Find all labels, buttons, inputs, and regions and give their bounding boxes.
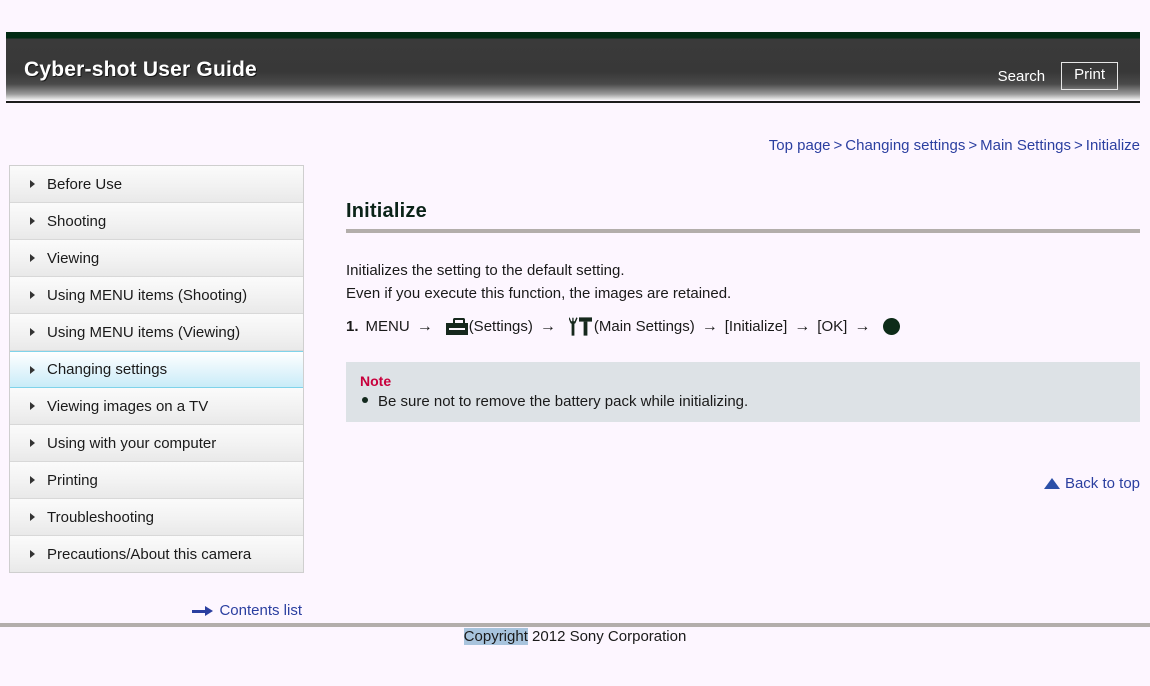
triangle-right-icon	[30, 217, 35, 225]
arrow-right-glyph: →	[540, 318, 556, 336]
arrow-right-icon	[192, 606, 214, 616]
procedure-step: 1. MENU → (Settings) → (Main Settings) →…	[346, 317, 1140, 336]
page-title-brand: Cyber-shot User Guide	[24, 58, 257, 82]
triangle-right-icon	[30, 402, 35, 410]
back-to-top: Back to top	[1044, 475, 1140, 492]
toolbox-icon	[446, 318, 468, 335]
header-inner: Cyber-shot User Guide Search Print	[6, 32, 1140, 100]
arrow-right-glyph: →	[794, 318, 810, 336]
filled-circle-icon	[883, 318, 900, 335]
step-settings-label: (Settings)	[469, 318, 533, 335]
triangle-right-icon	[30, 291, 35, 299]
step-ok-label: [OK]	[817, 318, 847, 335]
contents-list-label: Contents list	[219, 602, 302, 619]
footer-divider	[0, 623, 1150, 627]
site-header: Cyber-shot User Guide Search Print	[6, 32, 1140, 100]
header-divider	[6, 101, 1140, 103]
step-number: 1.	[346, 318, 359, 335]
step-menu-label: MENU	[366, 318, 410, 335]
sidebar-item-label: Viewing	[47, 250, 99, 267]
header-tools: Search Print	[998, 62, 1118, 90]
sidebar-item-printing[interactable]: Printing	[10, 462, 303, 499]
arrow-right-glyph: →	[702, 318, 718, 336]
bullet-icon	[362, 397, 368, 403]
title-divider	[346, 229, 1140, 233]
breadcrumb-separator: >	[1071, 137, 1086, 154]
sidebar-item-precautions-about-this-camera[interactable]: Precautions/About this camera	[10, 536, 303, 573]
breadcrumb-separator: >	[965, 137, 980, 154]
breadcrumb: Top page>Changing settings>Main Settings…	[769, 137, 1140, 154]
triangle-right-icon	[30, 439, 35, 447]
tools-icon	[569, 317, 592, 336]
back-to-top-label: Back to top	[1065, 475, 1140, 492]
contents-list-link[interactable]: Contents list	[192, 602, 302, 619]
copyright-selected-word: Copyright	[464, 628, 528, 645]
sidebar-item-viewing-images-on-a-tv[interactable]: Viewing images on a TV	[10, 388, 303, 425]
sidebar-item-label: Viewing images on a TV	[47, 398, 208, 415]
sidebar-item-viewing[interactable]: Viewing	[10, 240, 303, 277]
footer-copyright: Copyright 2012 Sony Corporation	[0, 628, 1150, 645]
triangle-right-icon	[30, 550, 35, 558]
sidebar-item-troubleshooting[interactable]: Troubleshooting	[10, 499, 303, 536]
breadcrumb-item-1[interactable]: Changing settings	[845, 137, 965, 154]
sidebar-item-using-menu-items-viewing[interactable]: Using MENU items (Viewing)	[10, 314, 303, 351]
sidebar-item-label: Using MENU items (Shooting)	[47, 287, 247, 304]
note-box: Note Be sure not to remove the battery p…	[346, 362, 1140, 422]
triangle-right-icon	[30, 328, 35, 336]
step-initialize-label: [Initialize]	[725, 318, 788, 335]
sidebar-item-using-with-your-computer[interactable]: Using with your computer	[10, 425, 303, 462]
contents-list: Contents list	[9, 602, 304, 619]
arrow-right-glyph: →	[854, 318, 870, 336]
intro-line-1: Initializes the setting to the default s…	[346, 259, 1140, 282]
triangle-right-icon	[30, 180, 35, 188]
triangle-right-icon	[30, 366, 35, 374]
sidebar-item-changing-settings[interactable]: Changing settings	[10, 351, 303, 388]
triangle-right-icon	[30, 513, 35, 521]
step-main-settings-label: (Main Settings)	[594, 318, 695, 335]
note-title: Note	[360, 373, 1126, 389]
sidebar-item-label: Troubleshooting	[47, 509, 154, 526]
note-list-item: Be sure not to remove the battery pack w…	[360, 393, 1126, 410]
copyright-rest: 2012 Sony Corporation	[528, 628, 686, 645]
sidebar-item-using-menu-items-shooting[interactable]: Using MENU items (Shooting)	[10, 277, 303, 314]
sidebar-item-before-use[interactable]: Before Use	[10, 166, 303, 203]
sidebar: Before Use Shooting Viewing Using MENU i…	[9, 165, 304, 573]
sidebar-item-label: Precautions/About this camera	[47, 546, 251, 563]
sidebar-item-label: Shooting	[47, 213, 106, 230]
print-button[interactable]: Print	[1061, 62, 1118, 90]
sidebar-item-shooting[interactable]: Shooting	[10, 203, 303, 240]
triangle-right-icon	[30, 476, 35, 484]
back-to-top-link[interactable]: Back to top	[1044, 475, 1140, 492]
arrow-right-glyph: →	[417, 318, 433, 336]
triangle-up-icon	[1044, 478, 1060, 489]
note-item-text: Be sure not to remove the battery pack w…	[378, 393, 748, 410]
triangle-right-icon	[30, 254, 35, 262]
breadcrumb-item-2[interactable]: Main Settings	[980, 137, 1071, 154]
breadcrumb-item-0[interactable]: Top page	[769, 137, 831, 154]
page-title: Initialize	[346, 200, 1140, 229]
breadcrumb-separator: >	[831, 137, 846, 154]
intro-line-2: Even if you execute this function, the i…	[346, 282, 1140, 305]
sidebar-item-label: Using MENU items (Viewing)	[47, 324, 240, 341]
main-content: Initialize Initializes the setting to th…	[346, 200, 1140, 422]
sidebar-item-label: Before Use	[47, 176, 122, 193]
sidebar-item-label: Printing	[47, 472, 98, 489]
sidebar-item-label: Changing settings	[47, 361, 167, 378]
sidebar-item-label: Using with your computer	[47, 435, 216, 452]
search-link[interactable]: Search	[998, 68, 1046, 85]
breadcrumb-item-3[interactable]: Initialize	[1086, 137, 1140, 154]
